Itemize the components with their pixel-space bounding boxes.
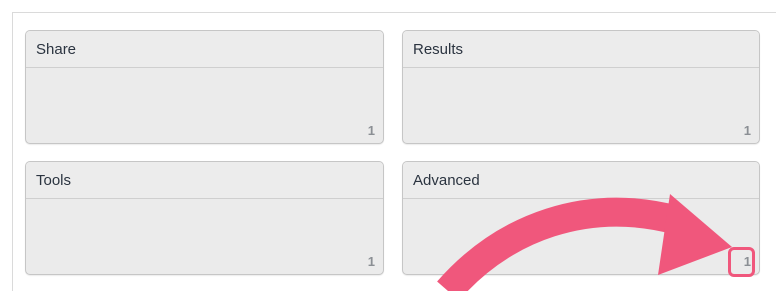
divider-top — [12, 12, 776, 13]
card-share[interactable]: Share 1 — [25, 30, 384, 144]
card-title: Share — [26, 31, 383, 68]
highlight-box — [728, 247, 755, 277]
card-title: Advanced — [403, 162, 759, 199]
card-advanced[interactable]: Advanced 1 — [402, 161, 760, 275]
card-count-badge: 1 — [367, 254, 375, 269]
dashboard-panel: Share 1 Results 1 Tools 1 Advanced 1 — [0, 0, 776, 291]
divider-left — [12, 12, 13, 291]
card-title: Tools — [26, 162, 383, 199]
card-count-badge: 1 — [367, 123, 375, 138]
card-title: Results — [403, 31, 759, 68]
card-count-badge: 1 — [743, 123, 751, 138]
card-tools[interactable]: Tools 1 — [25, 161, 384, 275]
card-results[interactable]: Results 1 — [402, 30, 760, 144]
